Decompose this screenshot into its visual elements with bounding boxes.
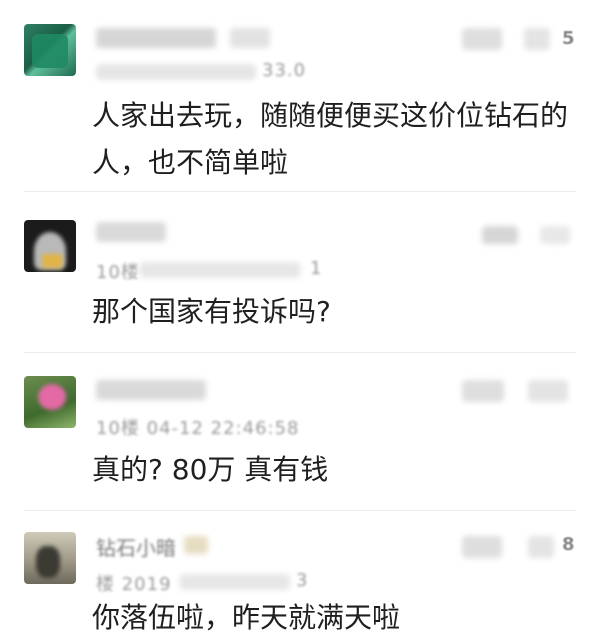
- meta-info-text: 楼 2019: [96, 574, 172, 595]
- reply-action[interactable]: [462, 28, 502, 50]
- divider: [24, 510, 576, 511]
- like-count: 8: [562, 534, 575, 555]
- comment-item: 10楼 1 那个国家有投诉吗?: [0, 200, 600, 350]
- username[interactable]: 钻石小暗: [96, 532, 176, 561]
- meta-info-text: 33.0: [262, 60, 307, 81]
- comment-item: 钻石小暗 8 楼 2019 3 你落伍啦，昨天就满天啦: [0, 514, 600, 643]
- reply-action[interactable]: [462, 536, 502, 558]
- username[interactable]: [96, 380, 206, 400]
- meta-tail: 3: [296, 570, 309, 591]
- meta-info: [96, 64, 256, 80]
- avatar[interactable]: [24, 376, 76, 428]
- like-icon[interactable]: [528, 380, 568, 402]
- avatar[interactable]: [24, 532, 76, 584]
- meta-tail: 1: [310, 258, 323, 279]
- divider: [24, 352, 576, 353]
- reply-action[interactable]: [462, 380, 504, 402]
- comment-item: 10楼 04-12 22:46:58 真的? 80万 真有钱: [0, 356, 600, 506]
- username[interactable]: [96, 28, 216, 48]
- avatar[interactable]: [24, 220, 76, 272]
- like-icon[interactable]: [540, 226, 570, 244]
- comment-text[interactable]: 你落伍啦，昨天就满天啦: [92, 594, 592, 641]
- meta-floor: 10楼: [96, 262, 140, 283]
- comment-text[interactable]: 那个国家有投诉吗?: [92, 288, 592, 335]
- comment-item: 5 33.0 人家出去玩，随随便便买这价位钻石的人，也不简单啦: [0, 0, 600, 180]
- reply-action[interactable]: [482, 226, 518, 244]
- comment-text[interactable]: 真的? 80万 真有钱: [92, 446, 592, 493]
- comment-text[interactable]: 人家出去玩，随随便便买这价位钻石的人，也不简单啦: [92, 92, 592, 186]
- avatar[interactable]: [24, 24, 76, 76]
- meta-info: [140, 262, 300, 278]
- like-count: 5: [562, 28, 575, 49]
- divider: [24, 191, 576, 192]
- name-badge: [184, 536, 208, 554]
- meta-info: [180, 574, 290, 590]
- like-icon[interactable]: [528, 536, 554, 558]
- meta-info-text: 10楼 04-12 22:46:58: [96, 418, 300, 439]
- like-icon[interactable]: [524, 28, 550, 50]
- username[interactable]: [96, 222, 166, 242]
- username-extra: [230, 28, 270, 48]
